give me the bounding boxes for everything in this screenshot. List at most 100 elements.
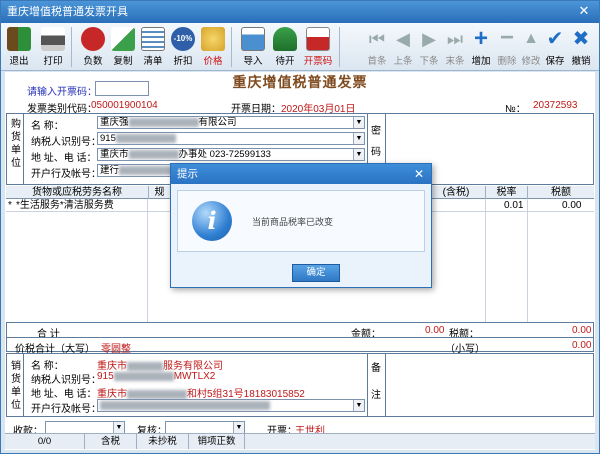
record-count: 0/0 bbox=[5, 434, 85, 449]
dialog-title: 提示 bbox=[171, 164, 431, 184]
column-header: 规 bbox=[149, 186, 171, 199]
divider bbox=[527, 199, 528, 322]
revoke-button[interactable]: ✖ 撤销 bbox=[567, 25, 595, 69]
pending-icon bbox=[273, 27, 297, 51]
chevron-down-icon[interactable]: ▼ bbox=[353, 400, 364, 411]
buyer-bank-label: 开户行及帐号： bbox=[31, 169, 101, 180]
prev-button[interactable]: ◀ 上条 bbox=[389, 25, 417, 69]
save-button[interactable]: ✔ 保存 bbox=[541, 25, 569, 69]
minus-icon: − bbox=[499, 24, 514, 51]
unreported-status: 未抄税 bbox=[137, 434, 189, 449]
exit-icon bbox=[7, 27, 31, 51]
chevron-down-icon[interactable]: ▼ bbox=[113, 422, 124, 433]
item-tax: 0.00 bbox=[562, 200, 582, 211]
buyer-tax-label: 纳税人识别号： bbox=[31, 137, 101, 148]
seller-tax-value: 915 MWTLX2 bbox=[97, 371, 216, 382]
divider bbox=[23, 353, 24, 417]
divider bbox=[485, 199, 486, 322]
item-name: *生活服务*清洁服务费 bbox=[16, 200, 114, 211]
seller-bank-label: 开户行及帐号： bbox=[31, 404, 101, 415]
divider bbox=[147, 199, 148, 322]
cipher-side-label: 密码 bbox=[371, 126, 381, 158]
import-icon bbox=[241, 27, 265, 51]
divider bbox=[23, 113, 24, 185]
redacted-text bbox=[113, 371, 174, 381]
close-icon[interactable]: ✕ bbox=[577, 4, 591, 18]
price-button[interactable]: 价格 bbox=[199, 25, 227, 69]
invoice-code-button[interactable]: 开票码 bbox=[301, 25, 335, 69]
discount-icon: -10% bbox=[171, 27, 195, 51]
alert-dialog: 提示 ✕ i 当前商品税率已改变 确定 bbox=[170, 163, 432, 288]
ok-button[interactable]: 确定 bbox=[292, 264, 340, 282]
seller-address-value: 重庆市 和村5组31号18183015852 bbox=[97, 389, 305, 400]
close-icon[interactable]: ✕ bbox=[412, 166, 426, 182]
redacted-text bbox=[115, 133, 176, 143]
info-icon: i bbox=[192, 201, 232, 241]
divider bbox=[367, 353, 368, 417]
chevron-down-icon[interactable]: ▼ bbox=[353, 117, 364, 128]
seller-side-label: 销货单位 bbox=[11, 361, 21, 411]
buyer-address-field[interactable]: 重庆市 办事处 023-72599133 ▼ bbox=[97, 148, 365, 161]
tax-total-value: 0.00 bbox=[572, 325, 592, 336]
window-title: 重庆增值税普通发票开具 bbox=[7, 6, 128, 18]
chevron-down-icon[interactable]: ▼ bbox=[233, 422, 244, 433]
code-prompt-label: 请输入开票码： bbox=[27, 87, 97, 98]
redacted-text bbox=[127, 389, 187, 399]
sales-type-status: 销项正数 bbox=[189, 434, 245, 449]
exit-button[interactable]: 退出 bbox=[5, 25, 33, 69]
price-icon bbox=[201, 27, 225, 51]
import-button[interactable]: 导入 bbox=[239, 25, 267, 69]
item-rate: 0.01 bbox=[504, 200, 524, 211]
buyer-name-field[interactable]: 重庆强 有限公司 ▼ bbox=[97, 116, 365, 129]
seller-bank-field[interactable]: ▼ bbox=[97, 399, 365, 412]
title-bar: 重庆增值税普通发票开具 ✕ bbox=[1, 1, 599, 23]
seller-tax-label: 纳税人识别号： bbox=[31, 375, 101, 386]
tax-incl-status: 含税 bbox=[85, 434, 137, 449]
toolbar-separator bbox=[339, 27, 340, 67]
redacted-text bbox=[127, 361, 163, 371]
row-marker: * bbox=[8, 200, 12, 211]
copy-icon bbox=[111, 27, 135, 51]
negative-button[interactable]: 负数 bbox=[79, 25, 107, 69]
number-value: 20372593 bbox=[533, 100, 578, 111]
status-bar: 0/0 含税 未抄税 销项正数 bbox=[5, 433, 595, 449]
category-value: 050001900104 bbox=[91, 100, 158, 111]
buyer-side-label: 购货单位 bbox=[11, 119, 21, 169]
cross-icon: ✖ bbox=[572, 28, 590, 50]
next-icon: ▶ bbox=[422, 29, 436, 49]
chevron-down-icon[interactable]: ▼ bbox=[353, 133, 364, 144]
next-button[interactable]: ▶ 下条 bbox=[415, 25, 443, 69]
negative-icon bbox=[81, 27, 105, 51]
dialog-body: i 当前商品税率已改变 bbox=[177, 190, 425, 252]
redacted-text bbox=[100, 400, 270, 410]
add-button[interactable]: + 增加 bbox=[467, 25, 495, 69]
buyer-address-label: 地 址、电 话： bbox=[31, 153, 97, 164]
column-header: 货物或应税劳务名称 bbox=[6, 186, 149, 199]
last-icon: ⏭ bbox=[446, 29, 464, 49]
divider bbox=[6, 337, 594, 338]
invoice-window: 重庆增值税普通发票开具 ✕ 退出 打印 负数 复制 清单 -10% 折扣 价格 bbox=[0, 0, 600, 454]
remarks-side-label: 备注 bbox=[371, 363, 381, 401]
discount-button[interactable]: -10% 折扣 bbox=[169, 25, 197, 69]
print-button[interactable]: 打印 bbox=[39, 25, 67, 69]
column-header: 税率 bbox=[486, 186, 528, 199]
plus-icon: + bbox=[473, 25, 488, 52]
toolbar-separator bbox=[71, 27, 72, 67]
amount-value: 0.00 bbox=[425, 325, 445, 336]
buyer-tax-field[interactable]: 915 ▼ bbox=[97, 132, 365, 145]
pending-button[interactable]: 待开 bbox=[271, 25, 299, 69]
prev-icon: ◀ bbox=[396, 29, 410, 49]
first-button[interactable]: ⏮ 首条 bbox=[363, 25, 391, 69]
invoice-code-input[interactable] bbox=[95, 81, 149, 96]
column-header: 税额 bbox=[551, 187, 571, 198]
last-button[interactable]: ⏭ 末条 bbox=[441, 25, 469, 69]
seller-name-label: 名 称： bbox=[31, 361, 64, 372]
copy-button[interactable]: 复制 bbox=[109, 25, 137, 69]
toolbar-separator bbox=[231, 27, 232, 67]
triangle-icon: ▲ bbox=[523, 30, 539, 47]
chevron-down-icon[interactable]: ▼ bbox=[353, 149, 364, 160]
small-value: 0.00 bbox=[572, 340, 592, 351]
divider bbox=[385, 353, 386, 417]
list-button[interactable]: 清单 bbox=[139, 25, 167, 69]
redacted-text bbox=[128, 117, 199, 127]
